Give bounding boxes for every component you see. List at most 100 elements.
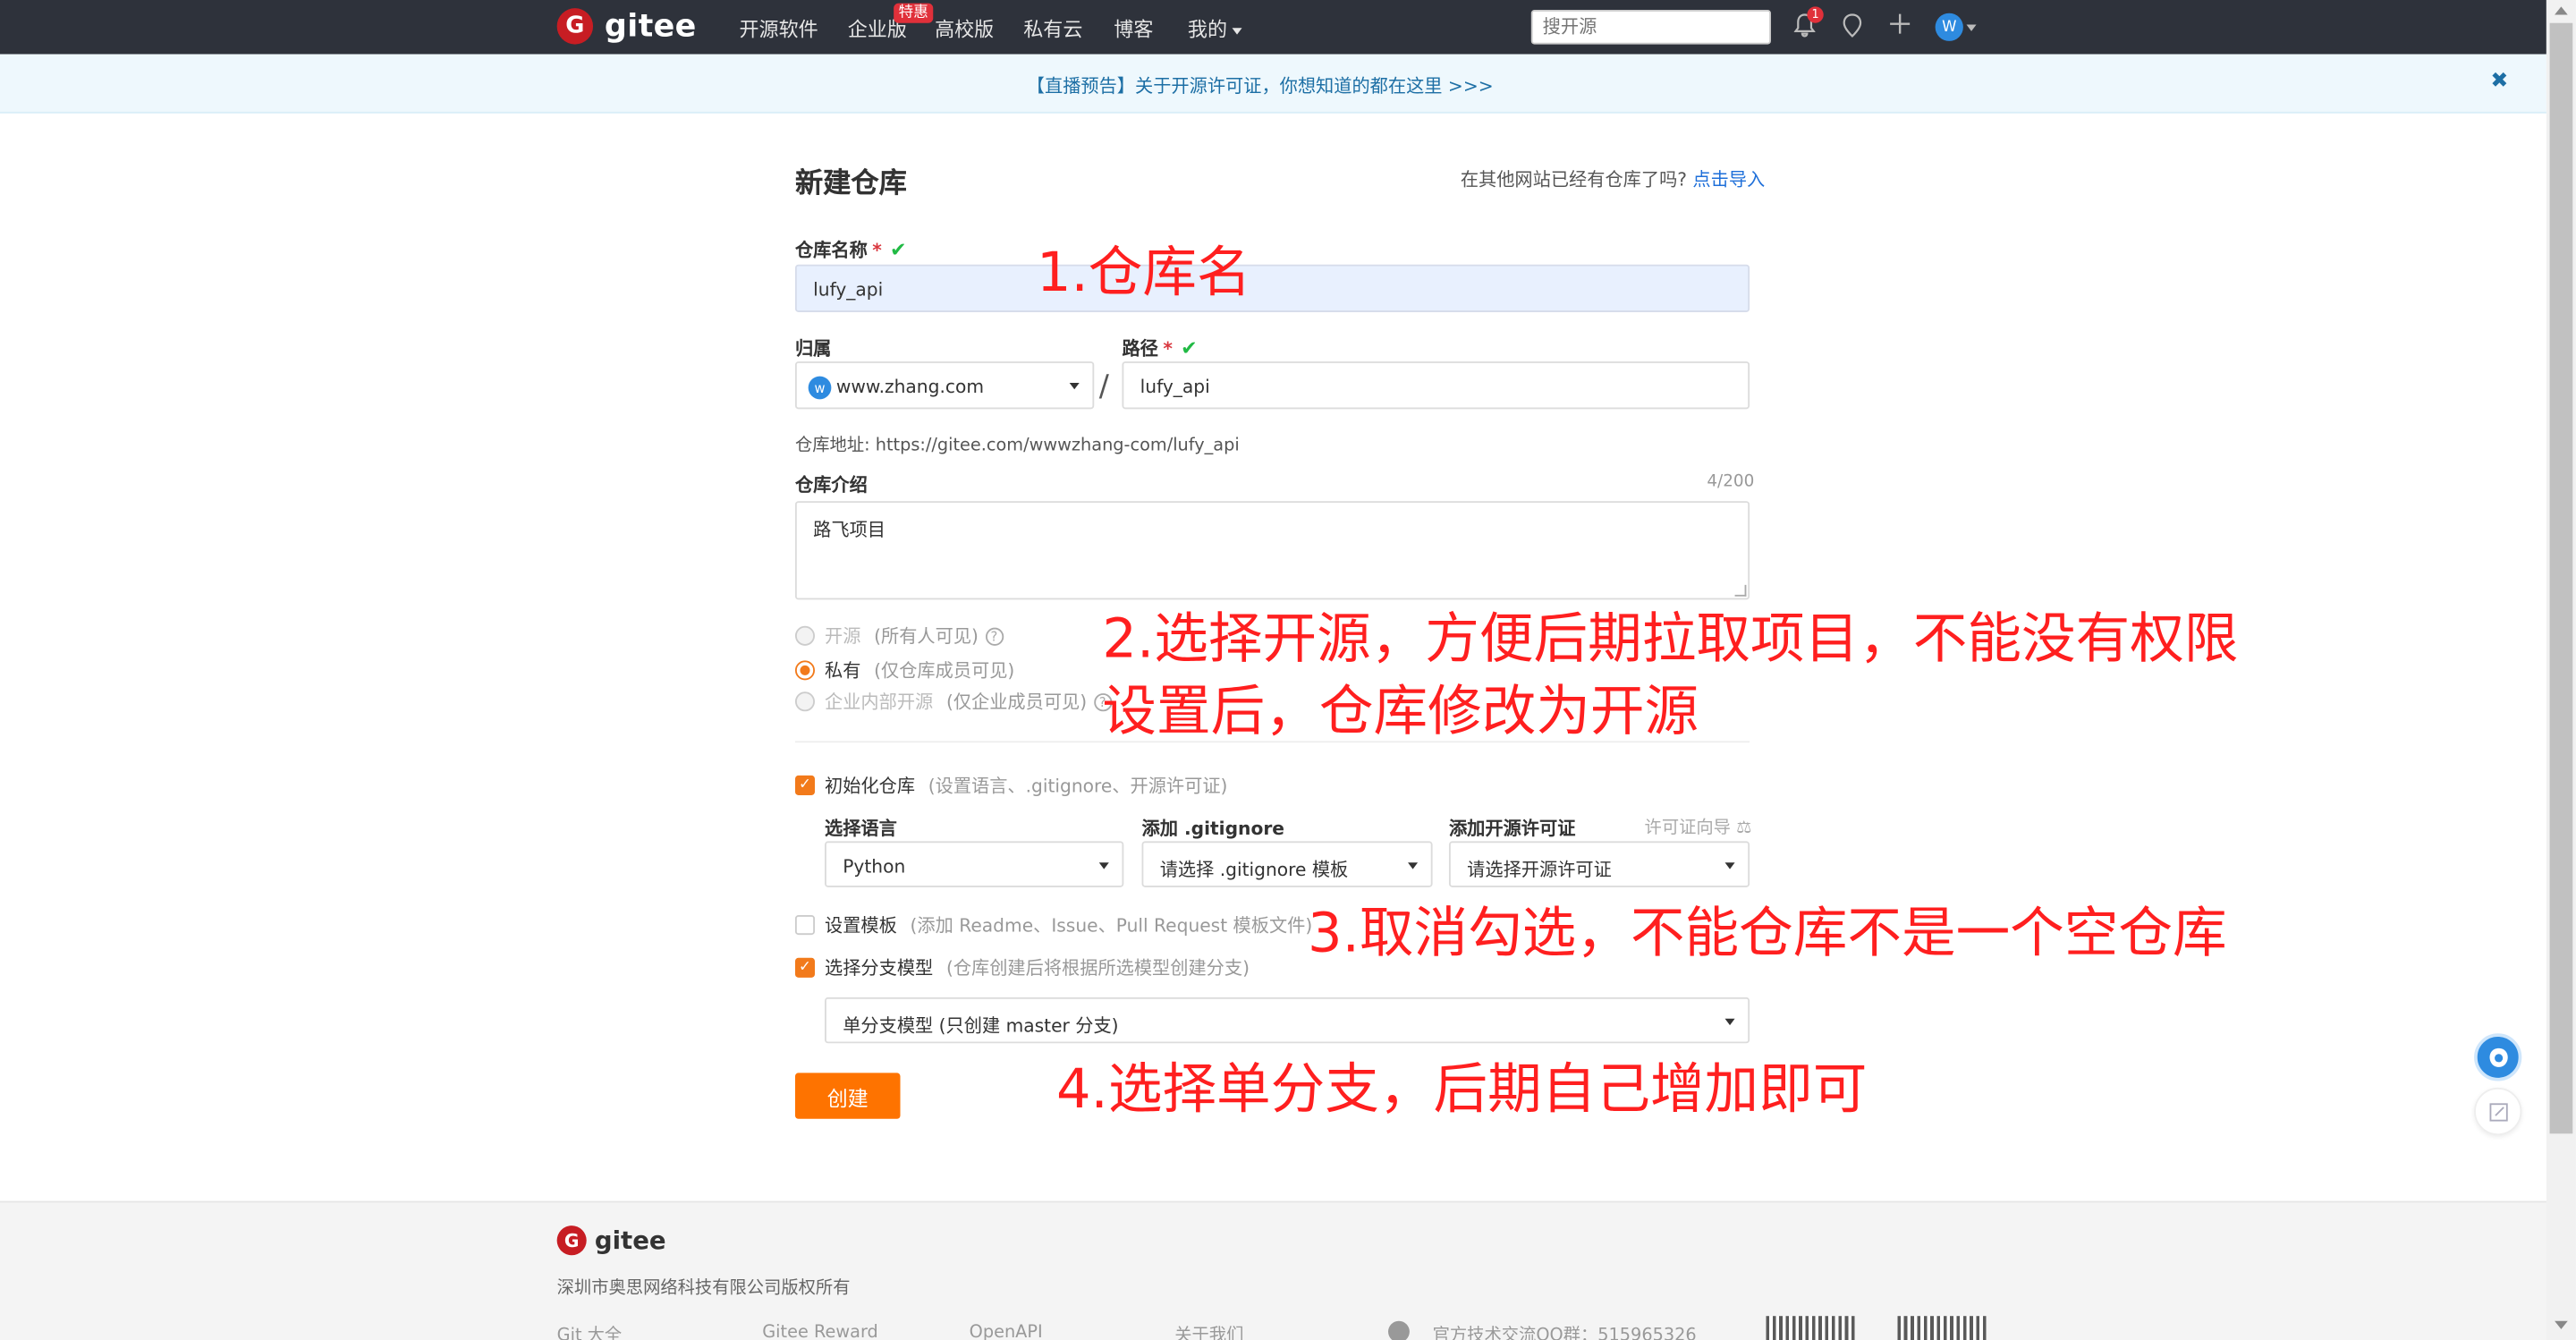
check-icon: ✔ — [890, 238, 907, 262]
footer-link-git[interactable]: Git 大全 — [557, 1323, 623, 1340]
scroll-down-arrow-icon[interactable] — [2555, 1320, 2568, 1329]
visibility-public-label: 开源 — [825, 625, 861, 648]
gitee-logo[interactable]: G gitee — [556, 8, 697, 45]
path-input[interactable]: lufy_api — [1122, 361, 1750, 410]
visibility-public-hint: (所有人可见) — [874, 625, 979, 648]
hot-badge: 特惠 — [894, 3, 934, 23]
annotation-3: 3.取消勾选，不能仓库不是一个空仓库 — [1308, 900, 2227, 965]
language-label: 选择语言 — [825, 818, 897, 840]
visibility-internal-hint: (仅企业成员可见) — [945, 691, 1088, 714]
nav-mine[interactable]: 我的 — [1188, 15, 1242, 43]
plus-icon[interactable] — [1889, 13, 1911, 39]
license-label: 添加开源许可证 — [1448, 818, 1576, 840]
visibility-private-hint: (仅仓库成员可见) — [874, 660, 1015, 683]
import-prompt-text: 在其他网站已经有仓库了吗? — [1460, 169, 1688, 191]
annotation-2-line2: 设置后，仓库修改为开源 — [1102, 678, 1699, 743]
owner-value: www.zhang.com — [835, 376, 985, 398]
template-hint: (添加 Readme、Issue、Pull Request 模板文件) — [910, 915, 1313, 937]
template-checkbox[interactable] — [794, 915, 816, 936]
chevron-down-icon — [1724, 862, 1735, 869]
notification-badge: 1 — [1807, 6, 1824, 23]
repo-address: 仓库地址: https://gitee.com/wwwzhang-com/luf… — [795, 432, 1240, 457]
avatar-chevron-down-icon[interactable] — [1966, 24, 1977, 31]
license-value: 请选择开源许可证 — [1467, 859, 1612, 881]
chevron-down-icon — [1408, 862, 1419, 869]
scrollbar-thumb[interactable] — [2549, 22, 2573, 1134]
repo-address-label: 仓库地址: — [794, 435, 870, 455]
annotation-1: 1.仓库名 — [1036, 240, 1251, 304]
repo-name-label: 仓库名称 * ✔ — [795, 236, 907, 262]
gitignore-select[interactable]: 请选择 .gitignore 模板 — [1141, 841, 1433, 887]
page-title: 新建仓库 — [794, 167, 907, 201]
import-prompt: 在其他网站已经有仓库了吗? 点击导入 — [1461, 166, 1765, 192]
nav-blog[interactable]: 博客 — [1114, 15, 1153, 43]
qq-icon — [1388, 1320, 1410, 1340]
visibility-internal-label: 企业内部开源 — [825, 691, 934, 714]
init-repo-option[interactable]: ✓ 初始化仓库 (设置语言、.gitignore、开源许可证) — [794, 772, 1228, 798]
branch-model-label: 选择分支模型 — [825, 957, 934, 980]
help-icon[interactable]: ? — [985, 626, 1004, 645]
required-mark: * — [872, 240, 882, 262]
scroll-up-arrow-icon[interactable] — [2555, 6, 2568, 15]
template-label: 设置模板 — [825, 915, 897, 937]
create-button[interactable]: 创建 — [794, 1073, 901, 1119]
search-input[interactable] — [1530, 10, 1771, 45]
init-repo-label: 初始化仓库 — [825, 775, 916, 797]
branch-model-value: 单分支模型 (只创建 master 分支) — [843, 1015, 1119, 1037]
init-repo-hint: (设置语言、.gitignore、开源许可证) — [928, 775, 1228, 797]
nav-education[interactable]: 高校版 — [935, 15, 994, 43]
assistant-icon[interactable] — [2474, 1033, 2522, 1081]
top-navbar: G gitee 开源软件 企业版 特惠 高校版 私有云 博客 我的 1 W — [0, 0, 2546, 55]
chevron-down-icon — [1232, 27, 1242, 34]
footer-logo-text: gitee — [594, 1226, 666, 1256]
path-separator: / — [1098, 369, 1109, 404]
chevron-down-icon — [1098, 862, 1109, 869]
user-avatar[interactable]: W — [1935, 13, 1963, 41]
path-label-text: 路径 — [1122, 338, 1158, 360]
feedback-edit-icon[interactable] — [2474, 1087, 2522, 1136]
template-option[interactable]: 设置模板 (添加 Readme、Issue、Pull Request 模板文件) — [794, 912, 1313, 937]
page-scrollbar[interactable] — [2546, 0, 2576, 1340]
visibility-private-label: 私有 — [825, 660, 861, 683]
visibility-public[interactable]: 开源 (所有人可见) ? — [794, 623, 1004, 649]
description-textarea[interactable]: 路飞项目 — [794, 501, 1750, 600]
init-repo-checkbox[interactable]: ✓ — [794, 775, 816, 795]
gitignore-value: 请选择 .gitignore 模板 — [1159, 859, 1349, 881]
footer — [0, 1200, 2546, 1340]
visibility-private[interactable]: 私有 (仅仓库成员可见) — [794, 657, 1015, 683]
import-link[interactable]: 点击导入 — [1692, 169, 1765, 191]
description-value: 路飞项目 — [813, 519, 886, 541]
nav-mine-label: 我的 — [1187, 18, 1228, 41]
branch-model-checkbox[interactable]: ✓ — [794, 957, 816, 978]
language-value: Python — [843, 855, 906, 878]
license-guide-link[interactable]: 许可证向导 ⚖ — [1645, 815, 1752, 840]
nav-private-cloud[interactable]: 私有云 — [1023, 15, 1082, 43]
branch-model-option[interactable]: ✓ 选择分支模型 (仓库创建后将根据所选模型创建分支) — [794, 954, 1250, 980]
resize-handle[interactable] — [1734, 584, 1747, 597]
repo-name-label-text: 仓库名称 — [794, 240, 868, 262]
footer-logo[interactable]: G gitee — [556, 1226, 666, 1256]
nav-open-source[interactable]: 开源软件 — [740, 15, 818, 43]
repo-name-input[interactable]: lufy_api — [794, 264, 1750, 312]
gitignore-label: 添加 .gitignore — [1141, 818, 1285, 840]
footer-copyright: 深圳市奥思网络科技有限公司版权所有 — [556, 1277, 851, 1298]
required-mark: * — [1163, 338, 1173, 360]
check-icon: ✔ — [1181, 336, 1198, 360]
visibility-internal[interactable]: 企业内部开源 (仅企业成员可见) ? — [794, 689, 1112, 715]
footer-logo-icon: G — [556, 1226, 587, 1256]
radio-private[interactable] — [794, 660, 816, 681]
branch-model-select[interactable]: 单分支模型 (只创建 master 分支) — [825, 997, 1750, 1044]
owner-label: 归属 — [794, 338, 832, 360]
footer-link-openapi[interactable]: OpenAPI — [970, 1323, 1043, 1340]
radio-internal[interactable] — [794, 691, 816, 712]
license-select[interactable]: 请选择开源许可证 — [1448, 841, 1750, 887]
footer-link-about[interactable]: 关于我们 — [1174, 1323, 1243, 1340]
banner-link[interactable]: 【直播预告】关于开源许可证，你想知道的都在这里 >>> — [0, 72, 2520, 98]
language-select[interactable]: Python — [825, 841, 1124, 887]
footer-link-reward[interactable]: Gitee Reward — [762, 1323, 878, 1340]
radio-public[interactable] — [794, 625, 816, 646]
close-icon[interactable]: ✖ — [2490, 69, 2508, 94]
owner-select[interactable]: w www.zhang.com — [794, 361, 1095, 410]
description-label: 仓库介绍 — [794, 474, 868, 496]
location-icon[interactable] — [1842, 13, 1863, 43]
